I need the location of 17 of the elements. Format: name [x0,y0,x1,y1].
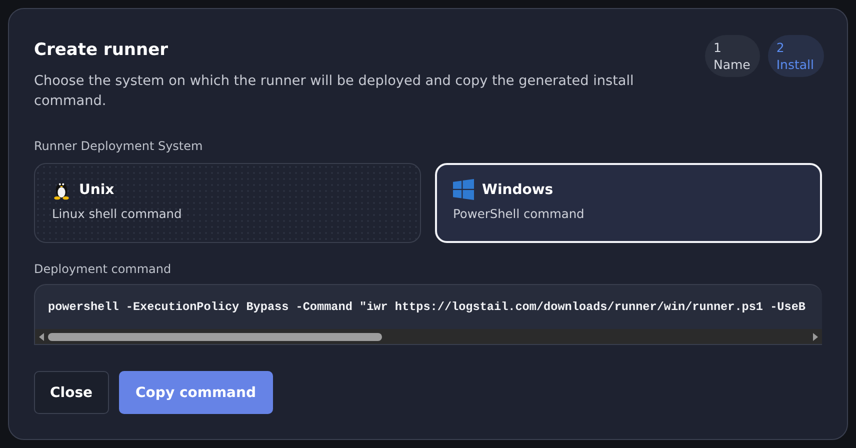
step-indicator: 1 Name [705,35,760,77]
close-button[interactable]: Close [34,371,109,414]
field-label: Runner Deployment System [34,139,204,153]
system-option-card[interactable]: Windows PowerShell command [435,163,822,243]
option-title: Unix [79,182,114,198]
windows-icon [453,179,474,200]
option-description: PowerShell command [453,207,586,221]
system-option-card[interactable]: Unix Linux shell command [34,163,421,243]
horizontal-scrollbar[interactable] [35,329,822,344]
dialog-description: Choose the system on which the runner will be deployed and copy the generated install command. [34,72,635,111]
field-label: Deployment command [34,262,172,276]
copy-button[interactable]: Copy command [118,371,273,414]
option-description: Linux shell command [52,207,183,221]
option-title: Windows [482,182,554,198]
step-indicator: 2 Install [768,35,824,77]
dialog-title: Create runner [34,39,170,61]
command-text: powershell -ExecutionPolicy Bypass -Command "iwr https://logstail.com/downloads/runner/win/runner.ps1 -UseB [47,300,806,315]
